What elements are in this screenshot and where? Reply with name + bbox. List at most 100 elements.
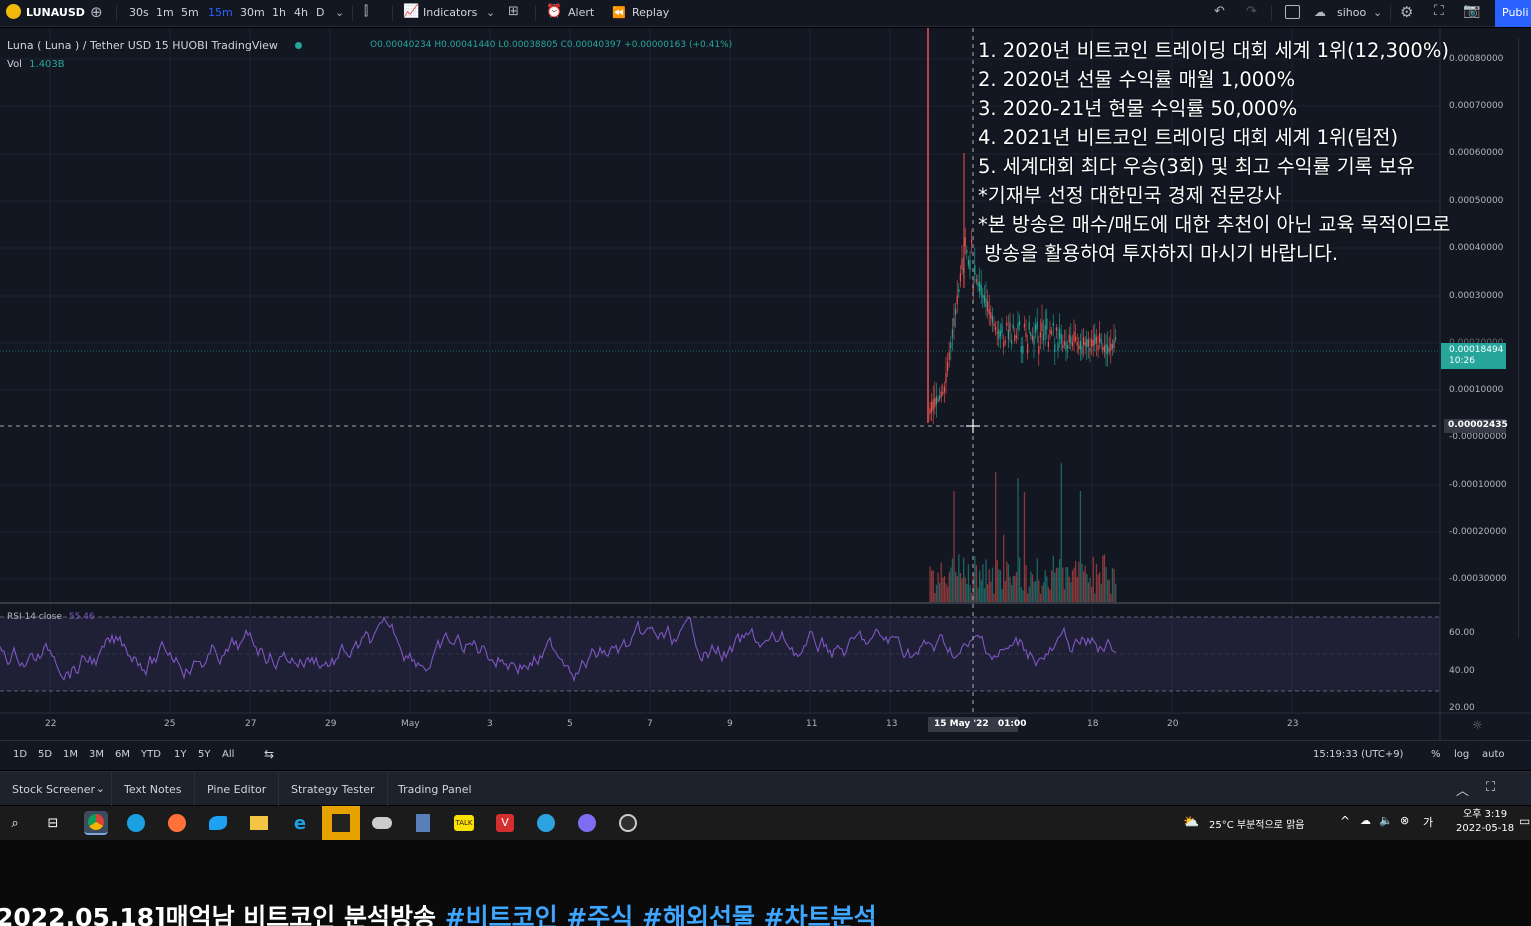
range-6m[interactable]: 6M [115,749,130,760]
range-1d[interactable]: 1D [13,749,27,760]
edge-icon[interactable] [124,811,148,835]
volume-bar [955,571,957,602]
candle-body [1041,322,1043,332]
fullscreen-layout-icon[interactable] [1285,5,1300,19]
tab-stock-screener[interactable]: Stock Screener ⌄ [0,772,112,806]
weather-icon[interactable]: ⛅ [1183,815,1199,830]
chevron-down-icon[interactable]: ⌄ [335,6,344,19]
range-1m[interactable]: 1M [63,749,78,760]
symbol-legend[interactable]: Luna ( Luna ) / Tether USD 15 HUOBI Trad… [7,39,303,52]
indicators-button[interactable]: Indicators [423,6,477,19]
maximize-icon[interactable]: ⛶ [1486,780,1495,795]
range-5y[interactable]: 5Y [198,749,210,760]
volume-bar [1084,565,1086,602]
volume-bar [964,577,966,602]
fullscreen-icon[interactable]: ⛶ [1434,3,1444,19]
rsi-legend[interactable]: RSI 14 close 55.46 [7,612,95,622]
settings-sun-icon[interactable]: ☼ [1472,718,1483,732]
layout-name[interactable]: sihoo [1337,6,1366,19]
interval-4h[interactable]: 4h [294,6,308,19]
bird-app-icon[interactable] [206,811,230,835]
interval-1h[interactable]: 1h [272,6,286,19]
range-ytd[interactable]: YTD [141,749,161,760]
network-icon[interactable]: ⊗ [1400,814,1409,827]
candle-body [1099,333,1101,343]
redo-icon[interactable]: ↷ [1246,4,1257,19]
chevron-down-icon[interactable]: ⌄ [486,6,495,19]
add-symbol-icon[interactable]: ⊕ [90,3,103,21]
chrome-icon[interactable] [84,811,108,835]
taskbar-clock[interactable]: 오후 3:19 2022-05-18 [1456,808,1514,836]
telegram-icon[interactable] [534,811,558,835]
interval-15m[interactable]: 15m [208,6,233,19]
indicators-icon[interactable]: 📈 [403,4,419,19]
candle-body [1055,327,1057,331]
tray-chevron-up-icon[interactable]: ^ [1340,814,1350,828]
range-1y[interactable]: 1Y [174,749,186,760]
candles-icon[interactable]: ⫿ [364,4,368,19]
goto-date-icon[interactable]: ⇆ [264,747,274,761]
app-icon[interactable] [370,811,394,835]
interval-1m[interactable]: 1m [156,6,174,19]
tab-strategy-tester[interactable]: Strategy Tester [279,772,388,806]
volume-icon[interactable]: 🔈 [1379,814,1393,827]
interval-d[interactable]: D [316,6,324,19]
alert-button[interactable]: Alert [568,6,594,19]
kakaotalk-icon[interactable]: TALK [452,811,476,835]
internet-explorer-icon[interactable]: e [288,811,312,835]
symbol-name[interactable]: LUNAUSD [26,6,85,19]
range-all[interactable]: All [222,749,234,760]
vegas-icon[interactable]: V [493,811,517,835]
interval-30s[interactable]: 30s [129,6,149,19]
volume-bar [1049,589,1051,602]
interval-30m[interactable]: 30m [240,6,265,19]
volume-bar [983,588,986,602]
tab-pine-editor[interactable]: Pine Editor [195,772,280,806]
right-toolbar[interactable] [1518,38,1531,638]
layout-grid-icon[interactable]: ⊞ [508,4,519,19]
publish-button[interactable]: Publi [1495,0,1531,27]
chrome-profile-icon[interactable] [575,811,599,835]
tab-text-notes[interactable]: Text Notes [112,772,195,806]
gear-icon[interactable]: ⚙ [1400,3,1413,21]
candle-body [1073,331,1075,342]
chevron-down-icon[interactable]: ⌄ [1373,6,1382,19]
sticky-notes-icon[interactable] [322,806,360,840]
time-label: 25 [164,719,176,729]
range-3m[interactable]: 3M [89,749,104,760]
candle-body [1049,329,1051,335]
bar-countdown: 10:26 [1449,356,1475,366]
search-icon[interactable]: ⌕ [3,811,27,835]
weather-text[interactable]: 25°C 부분적으로 맑음 [1209,816,1304,831]
alert-icon[interactable]: ⏰ [546,4,562,19]
rsi-axis-label: 20.00 [1449,703,1475,713]
interval-5m[interactable]: 5m [181,6,199,19]
notifications-icon[interactable]: ▭ [1519,814,1530,828]
log-toggle[interactable]: log [1454,749,1469,760]
caption-hashtags[interactable]: #비트코인 #주식 #해외선물 #차트분석 [445,903,877,926]
obs-icon[interactable] [616,811,640,835]
percent-toggle[interactable]: % [1431,749,1441,760]
candle-body [1004,340,1006,344]
candle-body [1097,345,1099,351]
candle-body [1043,333,1045,341]
volume-bar [1091,587,1093,602]
tab-trading-panel[interactable]: Trading Panel [386,772,484,806]
file-explorer-icon[interactable] [247,811,271,835]
ime-icon[interactable]: 가 [1423,814,1433,830]
crosshair-price-badge: 0.00002435 [1444,419,1508,433]
chevron-up-icon[interactable]: ︿ [1456,780,1469,799]
replay-button[interactable]: Replay [632,6,669,19]
volume-bar [1115,583,1117,602]
clock[interactable]: 15:19:33 (UTC+9) [1313,749,1403,760]
camera-icon[interactable]: 📷 [1463,3,1480,19]
firefox-icon[interactable] [165,811,189,835]
range-5d[interactable]: 5D [38,749,52,760]
volume-legend[interactable]: Vol 1.403B [7,59,65,70]
replay-icon[interactable]: ⏪ [612,6,626,19]
undo-icon[interactable]: ↶ [1214,4,1225,19]
tray-cloud-icon[interactable]: ☁ [1360,814,1371,827]
calculator-icon[interactable] [411,811,435,835]
auto-toggle[interactable]: auto [1482,749,1505,760]
task-view-icon[interactable]: ⊟ [41,811,65,835]
